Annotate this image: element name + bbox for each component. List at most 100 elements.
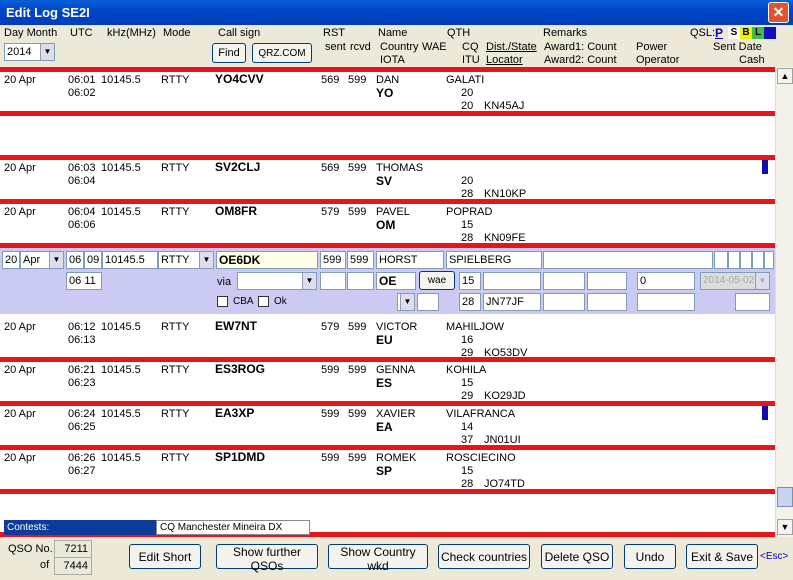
wae-button[interactable]: wae <box>419 271 455 290</box>
scroll-up-icon[interactable]: ▲ <box>777 68 793 84</box>
qso-cq: 20 <box>461 87 474 99</box>
remarks-input[interactable] <box>543 251 713 269</box>
qso-freq: 10145.5 <box>101 321 141 333</box>
qso-country: SP <box>376 464 393 478</box>
qso-no-label: QSO No. <box>8 543 53 555</box>
contests-label: Contests: <box>4 520 156 535</box>
header-sent-date: Sent Date <box>713 41 762 53</box>
cash-input[interactable] <box>735 293 770 311</box>
qso-rst-rcvd: 599 <box>348 452 367 464</box>
qsl-p-toggle[interactable]: P <box>715 26 723 40</box>
country-input[interactable]: OE <box>376 272 416 290</box>
edit-short-button[interactable]: Edit Short <box>129 544 201 569</box>
qsl-b-field[interactable] <box>740 251 752 269</box>
dist-state-input[interactable] <box>483 272 541 290</box>
find-button[interactable]: Find <box>212 43 246 63</box>
iota-select[interactable]: ▼ <box>397 293 415 311</box>
ok-checkbox[interactable] <box>258 296 269 307</box>
qso-cq: 15 <box>461 219 474 231</box>
utc-end-input[interactable]: 06 11 <box>66 272 102 290</box>
qrz-button[interactable]: QRZ.COM <box>252 43 312 63</box>
header-khz: kHz(MHz) <box>107 27 156 39</box>
rst-sent2-input[interactable] <box>320 272 346 290</box>
header-wae: WAE <box>422 41 447 53</box>
qso-date: 20 Apr <box>4 364 36 376</box>
name-input[interactable]: HORST <box>376 251 444 269</box>
qso-date: 20 Apr <box>4 321 36 333</box>
qso-cq: 16 <box>461 334 474 346</box>
via-select[interactable]: ▼ <box>237 272 317 290</box>
qsl-s-field[interactable] <box>728 251 740 269</box>
qso-freq: 10145.5 <box>101 206 141 218</box>
qsl-l-toggle[interactable]: L <box>752 27 764 39</box>
locator-input[interactable]: JN77JF <box>483 293 541 311</box>
qso-call: EA3XP <box>215 406 255 420</box>
scroll-thumb[interactable] <box>777 487 793 507</box>
header-utc: UTC <box>70 27 93 39</box>
undo-button[interactable]: Undo <box>624 544 676 569</box>
vertical-scrollbar[interactable]: ▲ ▼ <box>775 67 793 537</box>
check-countries-button[interactable]: Check countries <box>438 544 530 569</box>
operator-input[interactable] <box>637 293 695 311</box>
show-country-wkd-button[interactable]: Show Country wkd <box>328 544 428 573</box>
qso-total-value: 7444 <box>54 557 92 575</box>
award1-count-input[interactable] <box>587 272 627 290</box>
qso-utc-end: 06:06 <box>68 219 96 231</box>
qth-input[interactable]: SPIELBERG <box>446 251 542 269</box>
qsl-l-field[interactable] <box>752 251 764 269</box>
rst-sent-input[interactable]: 599 <box>320 251 346 269</box>
show-further-qsos-button[interactable]: Show further QSOs <box>216 544 318 573</box>
award2-count-input[interactable] <box>587 293 627 311</box>
chevron-down-icon: ▼ <box>755 273 769 289</box>
contests-value[interactable]: CQ Manchester Mineira DX <box>156 520 310 535</box>
qsl-s-toggle[interactable]: S <box>728 27 740 39</box>
row-separator <box>0 445 775 450</box>
qso-utc-end: 06:13 <box>68 334 96 346</box>
qso-country: EU <box>376 333 393 347</box>
qso-date: 20 Apr <box>4 452 36 464</box>
award2-input[interactable] <box>543 293 585 311</box>
cq-zone-input[interactable]: 15 <box>459 272 481 290</box>
year-select[interactable]: 2014 ▼ <box>4 43 55 61</box>
qso-rst-rcvd: 599 <box>348 321 367 333</box>
qso-qth: VILAFRANCA <box>446 408 516 420</box>
qso-freq: 10145.5 <box>101 452 141 464</box>
iota-input[interactable] <box>417 293 439 311</box>
exit-save-button[interactable]: Exit & Save <box>686 544 758 569</box>
utc-hour-input[interactable]: 06 <box>66 251 84 269</box>
award1-input[interactable] <box>543 272 585 290</box>
qso-freq: 10145.5 <box>101 364 141 376</box>
qso-call: EW7NT <box>215 319 257 333</box>
scroll-down-icon[interactable]: ▼ <box>777 519 793 535</box>
delete-qso-button[interactable]: Delete QSO <box>541 544 613 569</box>
qso-rst-sent: 599 <box>321 364 340 376</box>
qso-date: 20 Apr <box>4 74 36 86</box>
qsl-p-field[interactable] <box>714 251 728 269</box>
close-icon[interactable]: ✕ <box>768 2 789 23</box>
qsl-e-field[interactable] <box>764 251 774 269</box>
qso-mode: RTTY <box>161 408 190 420</box>
rst-rcvd2-input[interactable] <box>347 272 374 290</box>
itu-zone-input[interactable]: 28 <box>459 293 481 311</box>
cba-checkbox[interactable] <box>217 296 228 307</box>
qsl-b-toggle[interactable]: B <box>740 27 752 39</box>
rst-rcvd-input[interactable]: 599 <box>347 251 374 269</box>
day-input[interactable]: 20 <box>2 251 20 269</box>
row-separator <box>0 199 775 204</box>
chevron-down-icon: ▼ <box>400 294 414 310</box>
freq-input[interactable]: 10145.5 <box>102 251 158 269</box>
qso-mode: RTTY <box>161 321 190 333</box>
power-input[interactable]: 0 <box>637 272 695 290</box>
header-mode: Mode <box>163 27 191 39</box>
mode-select[interactable]: RTTY ▼ <box>158 251 214 269</box>
qso-freq: 10145.5 <box>101 74 141 86</box>
qsl-e-toggle[interactable] <box>764 27 776 39</box>
qso-rst-rcvd: 599 <box>348 206 367 218</box>
month-select[interactable]: Apr ▼ <box>20 251 64 269</box>
utc-minute-input[interactable]: 09 <box>84 251 102 269</box>
qso-rst-rcvd: 599 <box>348 162 367 174</box>
row-separator <box>0 111 775 116</box>
qso-qth: KOHILA <box>446 364 487 376</box>
call-sign-input[interactable]: OE6DK <box>216 251 318 269</box>
qso-rst-rcvd: 599 <box>348 408 367 420</box>
